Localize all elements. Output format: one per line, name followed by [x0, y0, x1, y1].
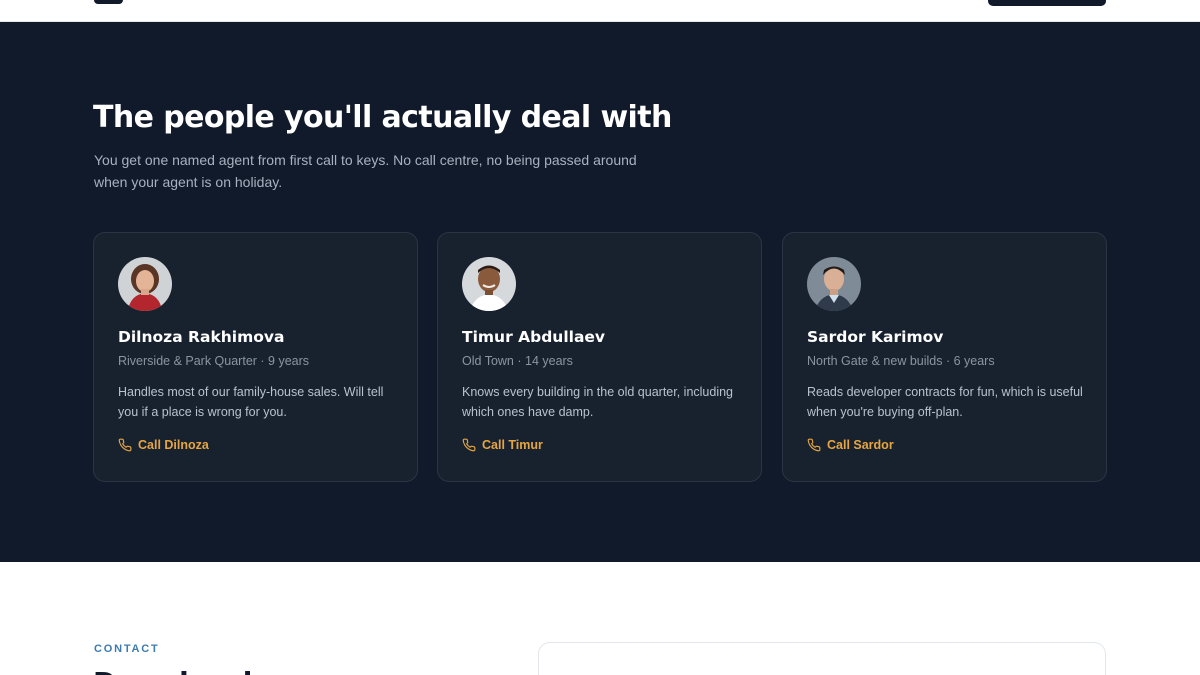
- team-section: The people you'll actually deal with You…: [0, 22, 1200, 562]
- agent-name: Timur Abdullaev: [462, 328, 606, 346]
- agent-meta: Old Town · 14 years: [462, 354, 573, 368]
- call-label: Call Sardor: [827, 438, 894, 452]
- contact-section: CONTACT Drop in, ring: [0, 562, 1200, 675]
- agent-description: Handles most of our family-house sales. …: [118, 385, 384, 419]
- call-agent-link[interactable]: Call Sardor: [807, 438, 894, 452]
- agent-name: Dilnoza Rakhimova: [118, 328, 285, 346]
- agent-card: Timur Abdullaev Old Town · 14 years Know…: [437, 232, 762, 482]
- phone-icon: [462, 438, 476, 452]
- avatar: [118, 257, 172, 311]
- contact-heading: Drop in, ring: [93, 666, 292, 675]
- section-lead: You get one named agent from first call …: [94, 152, 637, 190]
- call-agent-link[interactable]: Call Dilnoza: [118, 438, 209, 452]
- nav-cta-button[interactable]: [988, 0, 1106, 6]
- agent-name: Sardor Karimov: [807, 328, 944, 346]
- call-agent-link[interactable]: Call Timur: [462, 438, 543, 452]
- agent-description: Reads developer contracts for fun, which…: [807, 385, 1083, 419]
- agent-meta: Riverside & Park Quarter · 9 years: [118, 354, 310, 368]
- logo[interactable]: [94, 0, 123, 4]
- agent-meta: North Gate & new builds · 6 years: [807, 354, 995, 368]
- avatar: [462, 257, 516, 311]
- agent-card: Sardor Karimov North Gate & new builds ·…: [782, 232, 1107, 482]
- agent-card: Dilnoza Rakhimova Riverside & Park Quart…: [93, 232, 418, 482]
- agent-description: Knows every building in the old quarter,…: [462, 385, 734, 419]
- section-eyebrow: CONTACT: [94, 643, 160, 655]
- phone-icon: [118, 438, 132, 452]
- top-nav: [0, 0, 1200, 22]
- call-label: Call Timur: [482, 438, 543, 452]
- phone-icon: [807, 438, 821, 452]
- avatar: [807, 257, 861, 311]
- contact-form-card: [538, 642, 1106, 675]
- call-label: Call Dilnoza: [138, 438, 209, 452]
- section-title: The people you'll actually deal with: [93, 100, 672, 135]
- agent-cards: Dilnoza Rakhimova Riverside & Park Quart…: [93, 232, 1107, 482]
